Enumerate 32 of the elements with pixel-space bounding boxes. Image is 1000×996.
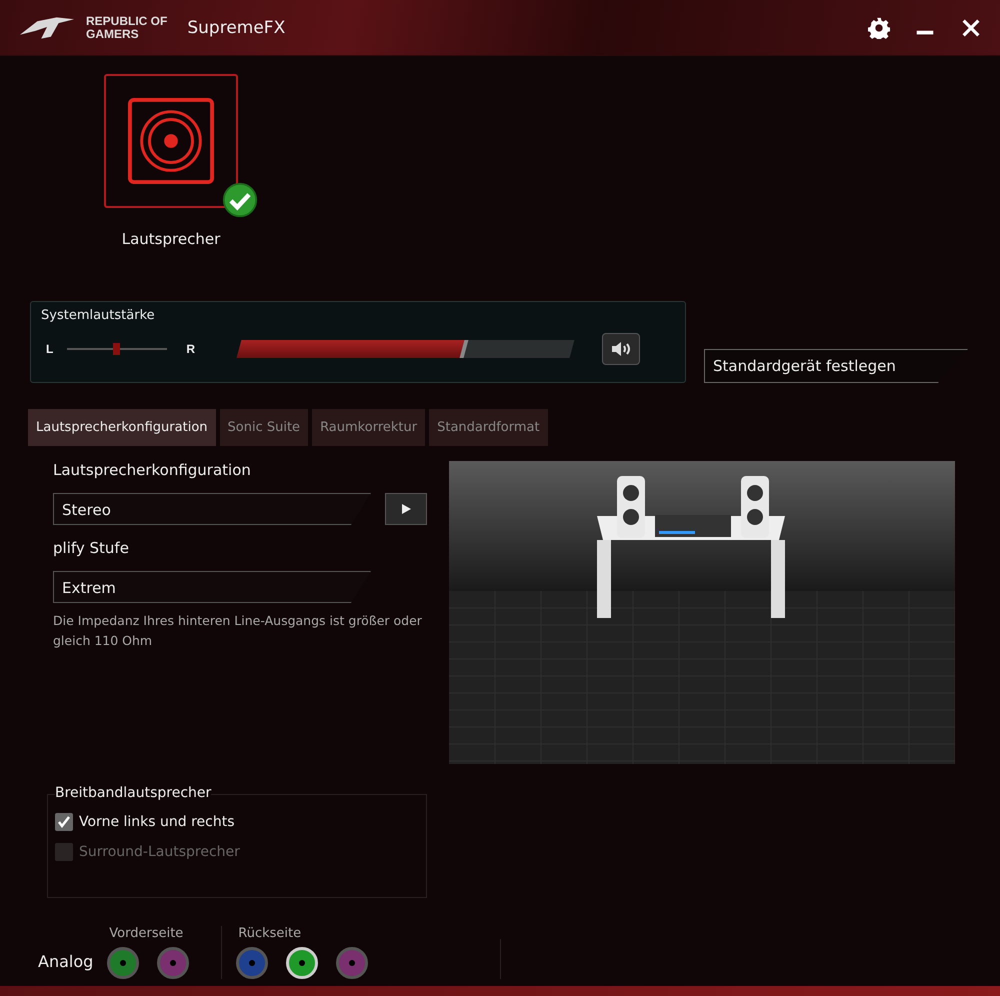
speaker-config-dropdown[interactable]: Stereo xyxy=(53,493,371,525)
left-channel-label: L xyxy=(45,342,54,356)
tab[interactable]: Raumkorrektur xyxy=(312,409,426,446)
checkbox-label: Surround-Lautsprecher xyxy=(79,844,240,860)
device-label: Lautsprecher xyxy=(122,230,220,248)
tab[interactable]: Sonic Suite xyxy=(220,409,308,446)
mute-button[interactable] xyxy=(602,333,640,365)
close-icon[interactable] xyxy=(960,16,982,38)
speaker-device-tile[interactable] xyxy=(104,74,238,208)
slider-thumb[interactable] xyxy=(113,343,120,355)
jack-group-title: Vorderseite xyxy=(108,926,184,941)
window-title: SupremeFX xyxy=(187,18,286,38)
tab[interactable]: Standardformat xyxy=(429,409,548,446)
right-channel-label: R xyxy=(185,342,196,356)
analog-label: Analog xyxy=(38,952,94,973)
amplifier-dropdown[interactable]: Extrem xyxy=(53,571,371,603)
checkbox[interactable] xyxy=(55,813,73,831)
panel-title: Systemlautstärke xyxy=(41,308,155,323)
field-label: Lautsprecherkonfiguration xyxy=(53,461,252,479)
logo-text: REPUBLIC OF xyxy=(86,14,168,28)
default-device-dropdown[interactable]: Standardgerät festlegen xyxy=(704,349,968,383)
tab[interactable]: Lautsprecherkonfiguration xyxy=(28,409,216,446)
checkbox-label: Vorne links und rechts xyxy=(79,814,235,830)
speaker-icon xyxy=(127,97,215,185)
field-label: plify Stufe xyxy=(53,539,130,557)
settings-icon[interactable] xyxy=(868,16,890,38)
play-button[interactable] xyxy=(385,493,427,525)
play-icon xyxy=(400,503,412,515)
impedance-note: Die Impedanz Ihres hinteren Line-Ausgangs ist größer oder gleich 110 Ohm xyxy=(53,612,423,650)
logo-text: GAMERS xyxy=(86,28,140,40)
jack-group-title: Rückseite xyxy=(237,926,302,941)
group-title: Breitbandlautsprecher xyxy=(55,785,212,801)
